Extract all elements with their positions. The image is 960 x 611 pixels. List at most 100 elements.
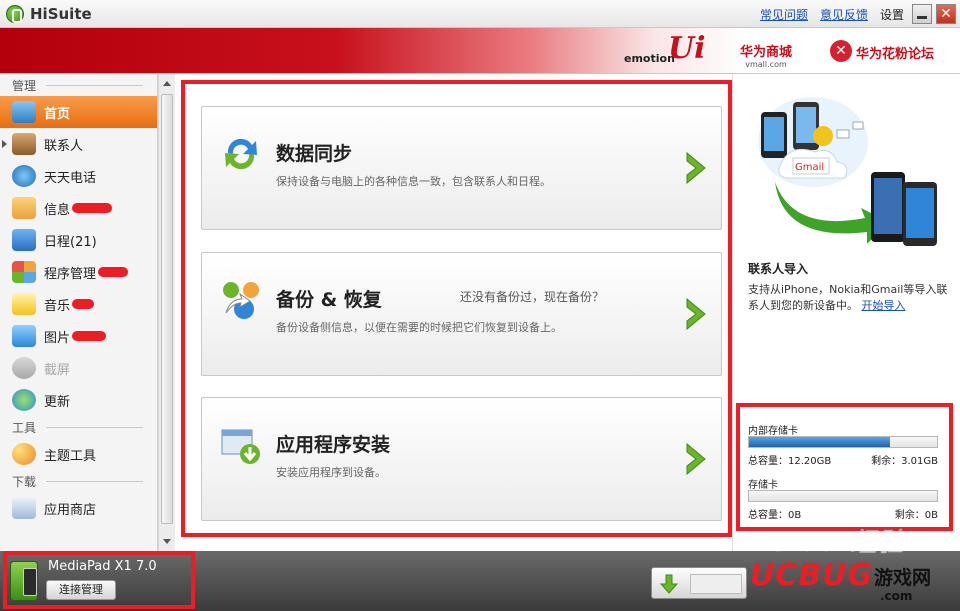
card-description: 安装应用程序到设备。 (276, 466, 386, 479)
phone-icon (12, 165, 36, 187)
chevron-right-icon[interactable] (683, 297, 709, 331)
sidebar-item-screenshot[interactable]: 截屏 (0, 352, 157, 384)
feedback-link[interactable]: 意见反馈 (820, 6, 868, 23)
sidebar-item-pictures[interactable]: 图片 (0, 320, 157, 352)
storage-meta: 总容量：12.20GB 剩余：3.01GB (748, 452, 938, 467)
storage-meta: 总容量：0B 剩余：0B (748, 506, 938, 521)
redaction-mark (98, 267, 129, 277)
download-tasks-button[interactable] (651, 567, 747, 599)
download-arrow-icon (660, 574, 678, 594)
minimize-button[interactable] (912, 4, 932, 24)
install-icon (221, 429, 260, 464)
backup-hint-link[interactable]: 还没有备份过，现在备份？ (460, 288, 604, 305)
sidebar-scrollbar[interactable] (158, 74, 175, 551)
right-panel: Gmail 联系人导入 支持从iPhone，Nokia和Gmail等导入联系人到… (732, 74, 960, 551)
app-store-icon (12, 497, 36, 519)
update-icon (12, 389, 36, 411)
section-download: 下载 (0, 470, 157, 492)
huawei-forum-icon[interactable]: ✕ (830, 40, 852, 62)
contacts-icon (12, 133, 36, 155)
backup-restore-card[interactable]: 备份 & 恢复 还没有备份过，现在备份？ 备份设备侧信息，以便在需要的时候把它们… (201, 252, 722, 376)
title-links: 常见问题 意见反馈 设置 (760, 6, 904, 23)
sidebar-item-label: 应用商店 (44, 502, 97, 518)
sidebar-item-messages[interactable]: 信息 (0, 192, 157, 224)
redaction-mark (72, 203, 113, 213)
sidebar-item-label: 日程(21) (44, 234, 97, 250)
envelope-icon (12, 197, 36, 219)
palette-icon (12, 443, 36, 465)
storage-total: 总容量：0B (748, 510, 802, 521)
data-sync-card[interactable]: 数据同步 保持设备与电脑上的各种信息一致，包含联系人和日程。 (201, 106, 722, 230)
sidebar-item-phone[interactable]: 天天电话 (0, 160, 157, 192)
sidebar-item-app-store[interactable]: 应用商店 (0, 492, 157, 524)
sidebar-item-update[interactable]: 更新 (0, 384, 157, 416)
scrollbar-thumb[interactable] (161, 94, 173, 524)
app-install-card[interactable]: 应用程序安装 安装应用程序到设备。 (201, 397, 722, 521)
apps-grid-icon (12, 261, 36, 283)
chevron-right-icon[interactable] (683, 151, 709, 185)
contacts-import-text: 支持从iPhone，Nokia和Gmail等导入联系人到您的新设备中。 (748, 283, 948, 312)
expand-caret-icon[interactable] (2, 140, 7, 148)
calendar-icon (12, 229, 36, 251)
connection-manage-button[interactable]: 连接管理 (46, 580, 116, 600)
scroll-down-arrow-icon[interactable] (163, 539, 171, 544)
sidebar-item-calendar[interactable]: 日程(21) (0, 224, 157, 256)
brand-banner: emotion Ui 华为商城 vmall.com ✕ 华为花粉论坛 (0, 28, 960, 74)
picture-icon (12, 325, 36, 347)
sidebar-item-label: 音乐 (44, 298, 71, 314)
contacts-import-description: 支持从iPhone，Nokia和Gmail等导入联系人到您的新设备中。 开始导入 (748, 282, 948, 314)
sidebar-item-music[interactable]: 音乐 (0, 288, 157, 320)
start-import-link[interactable]: 开始导入 (862, 299, 906, 312)
sidebar-item-label: 图片 (44, 330, 71, 346)
vmall-logo-text: 华为商城 (740, 45, 793, 60)
storage-usage-bar (748, 490, 938, 502)
storage-free: 剩余：0B (894, 510, 938, 521)
redaction-mark (72, 331, 107, 341)
device-status-bar: MediaPad X1 7.0 连接管理 (0, 551, 960, 611)
card-description: 备份设备侧信息，以便在需要的时候把它们恢复到设备上。 (276, 321, 562, 334)
app-title: HiSuite (30, 5, 92, 23)
storage-label: 存储卡 (748, 480, 778, 491)
connected-device-icon (10, 561, 38, 601)
sidebar-item-label: 更新 (44, 394, 71, 410)
gmail-logo-text: Gmail (795, 162, 824, 173)
vmall-logo[interactable]: 华为商城 vmall.com (740, 41, 792, 69)
internal-storage: 内部存储卡 总容量：12.20GB 剩余：3.01GB (748, 422, 938, 467)
card-description: 保持设备与电脑上的各种信息一致，包含联系人和日程。 (276, 175, 551, 188)
camera-icon (12, 357, 36, 379)
storage-total: 总容量：12.20GB (748, 456, 832, 467)
sidebar-item-theme-tool[interactable]: 主题工具 (0, 438, 157, 470)
huawei-forum-logo[interactable]: 华为花粉论坛 (856, 43, 934, 62)
card-title: 应用程序安装 (276, 434, 391, 456)
sidebar-item-apps[interactable]: 程序管理 (0, 256, 157, 288)
emotion-ui-logo[interactable]: Ui (668, 34, 706, 64)
scroll-up-arrow-icon[interactable] (163, 81, 171, 86)
sidebar-item-contacts[interactable]: 联系人 (0, 128, 157, 160)
sidebar: 管理 首页 联系人 天天电话 信息 日程(21) 程序管理 音乐 图片 截屏 更… (0, 74, 158, 551)
settings-link[interactable]: 设置 (880, 6, 904, 23)
main-content: 数据同步 保持设备与电脑上的各种信息一致，包含联系人和日程。 备份 & 恢复 还… (175, 74, 732, 551)
vmall-logo-subtext: vmall.com (745, 60, 787, 69)
sidebar-item-label: 主题工具 (44, 448, 97, 464)
sidebar-item-label: 程序管理 (44, 266, 97, 282)
card-title: 备份 & 恢复 (276, 289, 382, 311)
task-progress-field (690, 574, 742, 594)
faq-link[interactable]: 常见问题 (760, 6, 808, 23)
chevron-right-icon[interactable] (683, 442, 709, 476)
sd-card-storage: 存储卡 总容量：0B 剩余：0B (748, 476, 938, 521)
close-button[interactable]: ✕ (936, 4, 956, 24)
card-title: 数据同步 (276, 143, 353, 165)
storage-free: 剩余：3.01GB (871, 456, 938, 467)
sidebar-item-label: 联系人 (44, 138, 84, 154)
sidebar-item-label: 首页 (44, 106, 71, 122)
storage-usage-bar (748, 436, 938, 448)
storage-usage-fill (749, 437, 890, 447)
sidebar-item-label: 信息 (44, 202, 71, 218)
hisuite-logo-icon (6, 5, 24, 23)
title-bar: HiSuite 常见问题 意见反馈 设置 ✕ (0, 0, 960, 28)
sidebar-item-home[interactable]: 首页 (0, 96, 157, 128)
contacts-import-illustration: Gmail (758, 97, 937, 246)
section-manage: 管理 (0, 74, 157, 96)
redaction-mark (72, 299, 95, 309)
contacts-import-title: 联系人导入 (748, 262, 809, 276)
